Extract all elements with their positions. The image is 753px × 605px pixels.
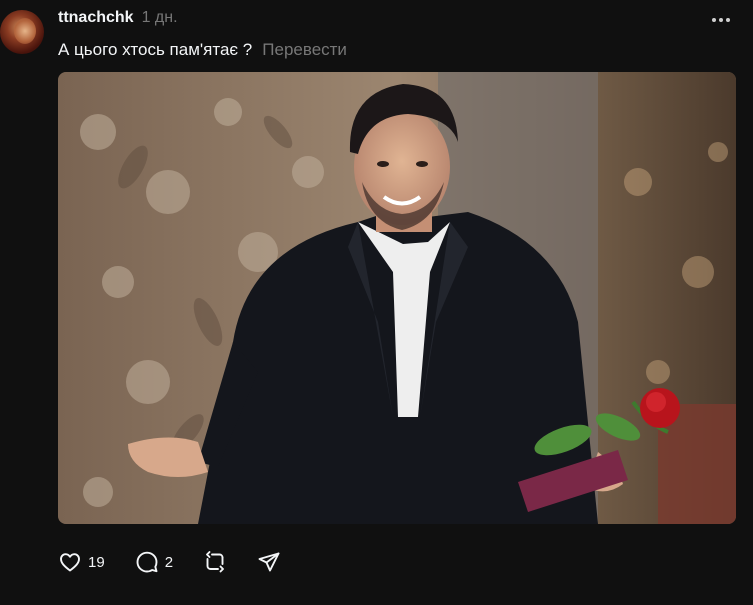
share-icon <box>258 552 280 572</box>
translate-link[interactable]: Перевести <box>262 40 347 60</box>
timestamp[interactable]: 1 дн. <box>142 9 178 27</box>
post-header: ttnachchk 1 дн. <box>58 9 178 29</box>
share-button[interactable] <box>257 548 281 576</box>
username[interactable]: ttnachchk <box>58 9 134 27</box>
comment-count: 2 <box>164 553 174 571</box>
post-image[interactable] <box>58 72 736 524</box>
avatar-image <box>14 18 36 44</box>
like-count: 19 <box>88 553 105 571</box>
repost-button[interactable] <box>203 548 227 576</box>
action-bar: 19 2 <box>58 548 311 576</box>
heart-icon <box>60 553 80 572</box>
repost-icon <box>206 551 224 573</box>
avatar[interactable] <box>0 10 44 54</box>
comment-icon <box>136 551 158 573</box>
like-button[interactable]: 19 <box>58 548 105 576</box>
caption-row: А цього хтось пам'ятає ? Перевести <box>58 40 347 60</box>
comment-button[interactable]: 2 <box>135 548 173 576</box>
post-caption: А цього хтось пам'ятає ? <box>58 40 253 59</box>
post: ttnachchk 1 дн. А цього хтось пам'ятає ?… <box>0 0 753 605</box>
more-icon[interactable] <box>711 10 731 30</box>
